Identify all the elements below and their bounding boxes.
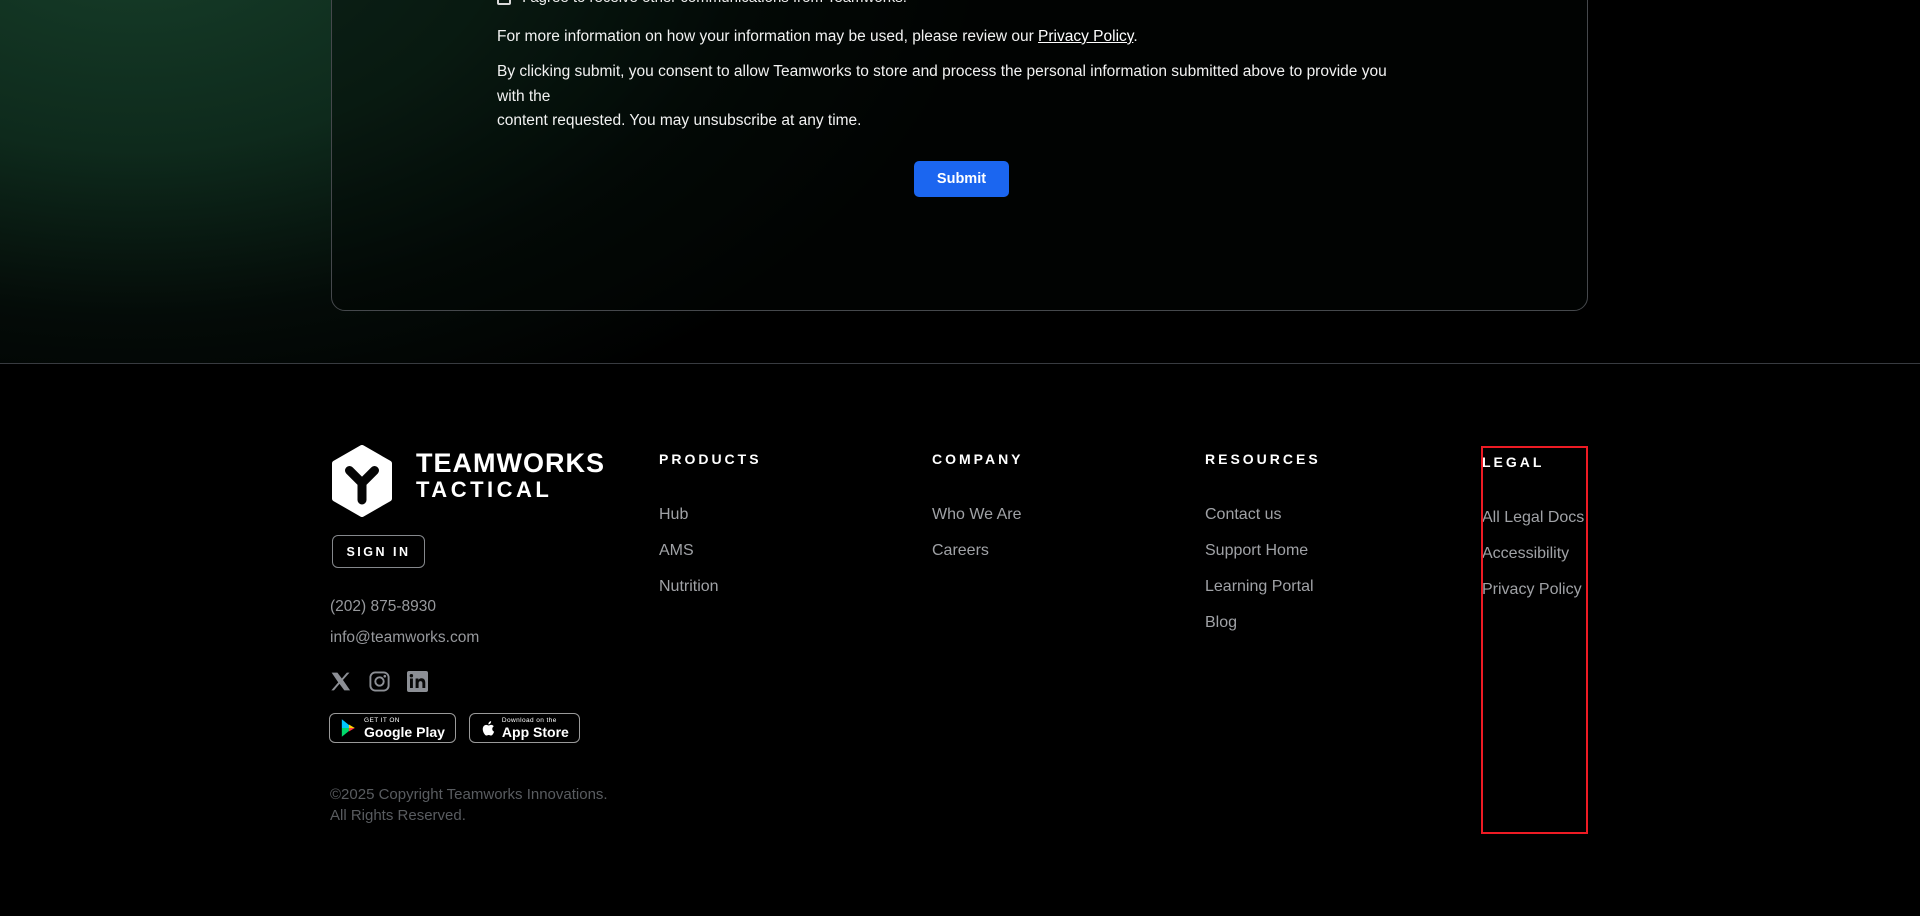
communications-consent-checkbox[interactable]	[497, 0, 511, 5]
teamworks-hexagon-y-icon	[332, 445, 392, 517]
column-title-legal: LEGAL	[1482, 454, 1545, 470]
required-asterisk: *	[907, 0, 913, 6]
privacy-info-line: For more information on how your informa…	[497, 28, 1138, 46]
phone-number: (202) 875-8930	[330, 598, 436, 615]
instagram-icon	[369, 671, 390, 692]
form-card: I agree to receive other communications …	[331, 0, 1588, 311]
copyright-notice: ©2025 Copyright Teamworks Innovations. A…	[330, 784, 608, 826]
submit-button[interactable]: Submit	[914, 161, 1009, 197]
google-play-badge-text: GET IT ON Google Play	[364, 717, 445, 740]
footer-link-contact-us[interactable]: Contact us	[1205, 505, 1425, 525]
google-play-store-name: Google Play	[364, 723, 445, 740]
app-store-store-name: App Store	[501, 723, 569, 740]
privacy-policy-link[interactable]: Privacy Policy	[1038, 28, 1133, 45]
footer-column-legal: LEGAL All Legal Docs Accessibility Priva…	[1482, 454, 1702, 616]
footer-link-nutrition[interactable]: Nutrition	[659, 577, 879, 597]
social-links	[331, 671, 428, 692]
brand-name-line2: TACTICAL	[416, 477, 553, 502]
column-title-products: PRODUCTS	[659, 451, 762, 467]
footer-link-accessibility[interactable]: Accessibility	[1482, 544, 1702, 564]
column-title-resources: RESOURCES	[1205, 451, 1321, 467]
footer-link-who-we-are[interactable]: Who We Are	[932, 505, 1152, 525]
column-title-company: COMPANY	[932, 451, 1024, 467]
communications-consent-row: I agree to receive other communications …	[497, 0, 913, 6]
app-store-badge-text: Download on the App Store	[502, 717, 569, 740]
email-link[interactable]: info@teamworks.com	[330, 629, 479, 647]
privacy-line-suffix: .	[1133, 28, 1138, 45]
submit-consent-paragraph: By clicking submit, you consent to allow…	[497, 63, 1387, 129]
linkedin-icon	[407, 671, 428, 692]
google-play-icon	[341, 719, 355, 737]
linkedin-link[interactable]	[407, 671, 428, 692]
google-play-badge[interactable]: GET IT ON Google Play	[329, 713, 456, 743]
privacy-line-prefix: For more information on how your informa…	[497, 28, 1039, 45]
brand-logo[interactable]: TEAMWORKS TACTICAL	[330, 445, 605, 517]
consent-label-text: I agree to receive other communications …	[522, 0, 907, 6]
copyright-line2: All Rights Reserved.	[330, 807, 466, 824]
newsletter-form-section: I agree to receive other communications …	[0, 0, 1920, 364]
app-store-badge[interactable]: Download on the App Store	[468, 713, 580, 743]
site-footer: TEAMWORKS TACTICAL SIGN IN (202) 875-893…	[0, 364, 1920, 916]
footer-link-blog[interactable]: Blog	[1205, 613, 1425, 633]
app-store-badges: GET IT ON Google Play Download on the Ap…	[329, 713, 580, 743]
x-twitter-link[interactable]	[331, 672, 352, 691]
brand-name-line1: TEAMWORKS	[416, 448, 605, 478]
brand-wordmark: TEAMWORKS TACTICAL	[416, 445, 605, 517]
footer-link-ams[interactable]: AMS	[659, 541, 879, 561]
sign-in-button[interactable]: SIGN IN	[332, 535, 425, 568]
footer-column-company: COMPANY Who We Are Careers	[932, 451, 1152, 577]
communications-consent-label: I agree to receive other communications …	[522, 0, 913, 6]
footer-column-products: PRODUCTS Hub AMS Nutrition	[659, 451, 879, 613]
footer-link-privacy-policy[interactable]: Privacy Policy	[1482, 580, 1702, 600]
copyright-line1: ©2025 Copyright Teamworks Innovations.	[330, 786, 608, 803]
footer-link-support-home[interactable]: Support Home	[1205, 541, 1425, 561]
footer-link-learning-portal[interactable]: Learning Portal	[1205, 577, 1425, 597]
x-twitter-icon	[331, 672, 351, 691]
footer-link-hub[interactable]: Hub	[659, 505, 879, 525]
instagram-link[interactable]	[369, 671, 390, 692]
apple-icon	[482, 720, 495, 735]
footer-link-all-legal-docs[interactable]: All Legal Docs	[1482, 508, 1702, 528]
footer-column-resources: RESOURCES Contact us Support Home Learni…	[1205, 451, 1425, 649]
footer-link-careers[interactable]: Careers	[932, 541, 1152, 561]
